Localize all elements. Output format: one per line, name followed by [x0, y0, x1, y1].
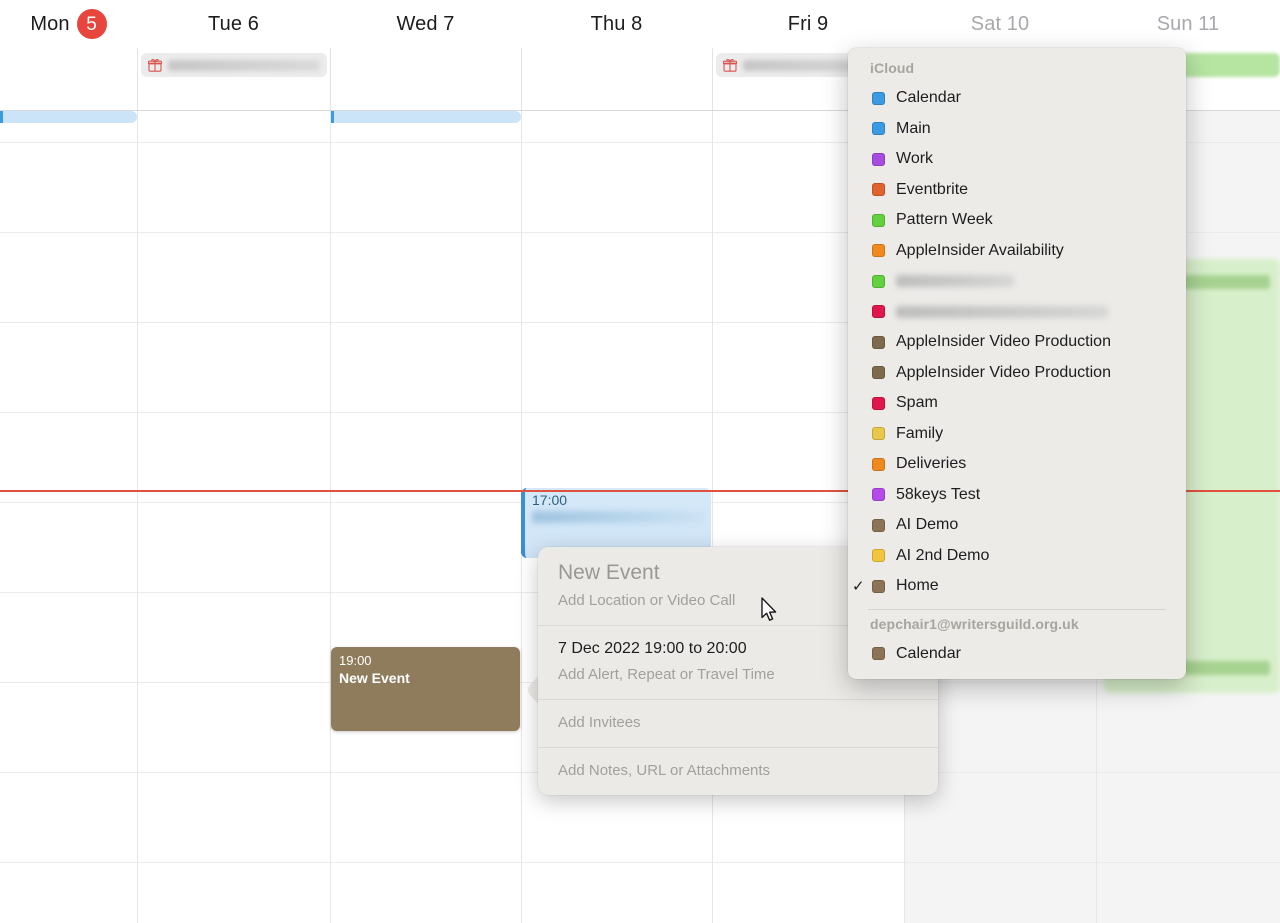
color-swatch [872, 244, 885, 257]
color-swatch [872, 580, 885, 593]
dropdown-item-home[interactable]: ✓ Home [848, 571, 1186, 602]
color-swatch [872, 336, 885, 349]
event-invitees-field[interactable]: Add Invitees [558, 712, 918, 734]
day-header-wed[interactable]: Wed 7 [330, 0, 521, 48]
dropdown-item-spam[interactable]: Spam [848, 388, 1186, 419]
color-swatch [872, 305, 885, 318]
color-swatch [872, 122, 885, 135]
color-swatch [872, 366, 885, 379]
gift-icon [723, 58, 737, 72]
color-swatch [872, 183, 885, 196]
dropdown-item-ai-demo[interactable]: AI Demo [848, 510, 1186, 541]
color-swatch [872, 397, 885, 410]
day-header-tue[interactable]: Tue 6 [137, 0, 330, 48]
color-swatch [872, 488, 885, 501]
dropdown-item-redacted-2[interactable] [848, 297, 1186, 328]
color-swatch [872, 275, 885, 288]
day-header-thu[interactable]: Thu 8 [521, 0, 712, 48]
day-header-mon[interactable]: Mon 5 [0, 0, 137, 48]
event-time: 19:00 [339, 653, 512, 669]
dropdown-item-label: AppleInsider Video Production [896, 333, 1111, 351]
dropdown-item-label: Pattern Week [896, 211, 993, 229]
dropdown-item-label: AppleInsider Video Production [896, 364, 1111, 382]
dropdown-item-family[interactable]: Family [848, 419, 1186, 450]
color-swatch [872, 647, 885, 660]
dropdown-item-label: Main [896, 120, 931, 138]
event-time: 17:00 [532, 492, 705, 509]
dropdown-item-deliveries[interactable]: Deliveries [848, 449, 1186, 480]
color-swatch [872, 549, 885, 562]
dropdown-item-label-redacted [896, 306, 1108, 318]
color-swatch [872, 214, 885, 227]
dropdown-item-label: Calendar [896, 645, 961, 663]
color-swatch [872, 92, 885, 105]
dropdown-item-58keys-test[interactable]: 58keys Test [848, 480, 1186, 511]
color-swatch [872, 458, 885, 471]
event-new-event-block[interactable]: 19:00 New Event [331, 647, 520, 731]
day-header-sat[interactable]: Sat 10 [904, 0, 1096, 48]
popover-notes-section[interactable]: Add Notes, URL or Attachments [538, 748, 938, 795]
dropdown-group-label-account: depchair1@writersguild.org.uk [848, 612, 1186, 639]
check-icon: ✓ [852, 579, 872, 594]
dropdown-item-label: AI 2nd Demo [896, 547, 989, 565]
dropdown-separator [868, 609, 1166, 610]
event-title-redacted [532, 511, 705, 523]
event-blue-wed[interactable] [331, 111, 521, 123]
dropdown-item-label: AppleInsider Availability [896, 242, 1064, 260]
day-header-label: Mon [30, 13, 69, 36]
dropdown-item-main[interactable]: Main [848, 114, 1186, 145]
color-swatch [872, 153, 885, 166]
dropdown-item-label: 58keys Test [896, 486, 980, 504]
dropdown-item-redacted-1[interactable] [848, 266, 1186, 297]
grid-divider [521, 48, 522, 111]
calendar-selector-dropdown[interactable]: iCloud Calendar Main Work Eventbrite Pat… [848, 48, 1186, 679]
dropdown-item-ai-2nd-demo[interactable]: AI 2nd Demo [848, 541, 1186, 572]
dropdown-item-calendar[interactable]: Calendar [848, 83, 1186, 114]
event-blue-mon[interactable] [0, 111, 137, 123]
event-title: New Event [339, 670, 512, 687]
today-badge: 5 [77, 9, 107, 39]
dropdown-item-label: Calendar [896, 89, 961, 107]
dropdown-item-appleinsider-video-production-2[interactable]: AppleInsider Video Production [848, 358, 1186, 389]
all-day-event-title-redacted [168, 60, 320, 71]
day-header-sun[interactable]: Sun 11 [1096, 0, 1280, 48]
calendar-week-view: Mon 5 Tue 6 Wed 7 Thu 8 Fri 9 Sat 10 Sun… [0, 0, 1280, 923]
grid-divider [330, 48, 331, 111]
color-swatch [872, 427, 885, 440]
gift-icon [148, 58, 162, 72]
mouse-cursor [760, 597, 778, 623]
dropdown-item-work[interactable]: Work [848, 144, 1186, 175]
dropdown-item-label: Deliveries [896, 455, 966, 473]
dropdown-item-label: Spam [896, 394, 938, 412]
dropdown-item-label: Work [896, 150, 933, 168]
day-header-fri[interactable]: Fri 9 [712, 0, 904, 48]
dropdown-item-label-redacted [896, 275, 1014, 287]
dropdown-item-account-calendar[interactable]: Calendar [848, 639, 1186, 670]
grid-divider [137, 48, 138, 111]
dropdown-item-appleinsider-availability[interactable]: AppleInsider Availability [848, 236, 1186, 267]
dropdown-group-label-icloud: iCloud [848, 56, 1186, 83]
dropdown-item-pattern-week[interactable]: Pattern Week [848, 205, 1186, 236]
dropdown-item-appleinsider-video-production-1[interactable]: AppleInsider Video Production [848, 327, 1186, 358]
hour-line [0, 862, 1280, 863]
event-notes-field[interactable]: Add Notes, URL or Attachments [558, 760, 918, 782]
dropdown-item-eventbrite[interactable]: Eventbrite [848, 175, 1186, 206]
color-swatch [872, 519, 885, 532]
day-header-row: Mon 5 Tue 6 Wed 7 Thu 8 Fri 9 Sat 10 Sun… [0, 0, 1280, 48]
grid-divider [712, 111, 713, 923]
dropdown-item-label: Home [896, 577, 939, 595]
popover-invitees-section[interactable]: Add Invitees [538, 700, 938, 748]
dropdown-item-label: Eventbrite [896, 181, 968, 199]
dropdown-item-label: Family [896, 425, 943, 443]
all-day-event-birthday-tue[interactable] [141, 53, 327, 77]
grid-divider [712, 48, 713, 111]
grid-divider [137, 111, 138, 923]
grid-divider [330, 111, 331, 923]
dropdown-item-label: AI Demo [896, 516, 958, 534]
